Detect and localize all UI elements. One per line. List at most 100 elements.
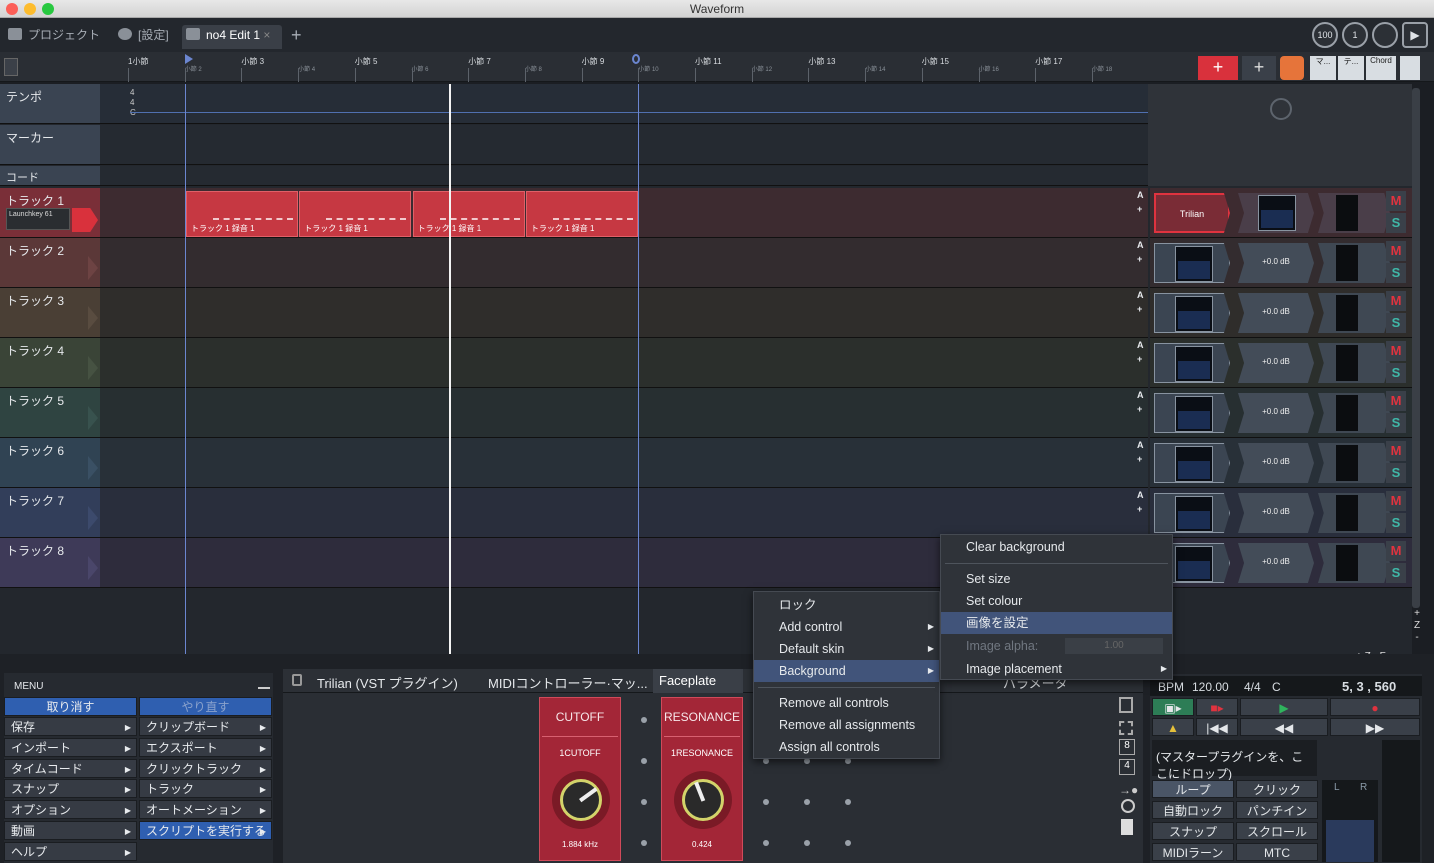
recording-icon[interactable] <box>1280 56 1304 80</box>
marker-header-button[interactable]: マ... <box>1310 56 1336 80</box>
tab-faceplate[interactable]: Faceplate <box>653 669 743 693</box>
tab-edit[interactable]: no4 Edit 1 × <box>182 25 282 49</box>
automation-button[interactable]: A <box>1137 490 1144 500</box>
rotary-knob[interactable] <box>552 771 610 829</box>
faceplate-knob-control[interactable]: CUTOFF 1CUTOFF 1.884 kHz <box>539 697 621 861</box>
automation-button[interactable]: A <box>1137 240 1144 250</box>
midi-clip[interactable]: トラック 1 録音 1 <box>186 191 298 237</box>
play-icon[interactable]: ▶ <box>1402 22 1428 48</box>
chord-track-header[interactable]: コード <box>0 166 100 185</box>
track-lane[interactable] <box>100 338 1148 387</box>
transport-toggle-button[interactable]: 自動ロック <box>1152 801 1234 819</box>
faceplate-knob-control[interactable]: RESONANCE 1RESONANCE 0.424 <box>661 697 743 861</box>
plugin-slot[interactable] <box>1154 393 1230 433</box>
automation-button[interactable]: A <box>1137 340 1144 350</box>
menu-button[interactable]: オートメーション ▶ <box>139 800 272 820</box>
solo-button[interactable]: S <box>1386 363 1406 383</box>
grid-size-4[interactable]: 4 <box>1119 759 1135 775</box>
menu-button[interactable]: トラック ▶ <box>139 779 272 799</box>
track-header[interactable]: トラック 3 <box>0 288 100 337</box>
menu-button[interactable]: 保存 ▶ <box>4 717 137 736</box>
menu-item-clear-background[interactable]: Clear background <box>941 536 1172 558</box>
chord-header-button[interactable]: Chord <box>1366 56 1396 80</box>
menu-button[interactable]: スクリプトを実行する ▶ <box>139 821 272 840</box>
chord-lane[interactable] <box>100 166 1148 185</box>
rotary-knob[interactable] <box>674 771 732 829</box>
tempo-knob[interactable]: 100 <box>1312 22 1338 48</box>
automation-button[interactable]: A <box>1137 290 1144 300</box>
plugin-slot[interactable] <box>1154 243 1230 283</box>
add-plugin-button[interactable]: + <box>1137 354 1142 364</box>
volume-slot[interactable] <box>1238 193 1314 233</box>
add-plugin-button[interactable]: + <box>1137 304 1142 314</box>
menu-button[interactable]: クリックトラック ▶ <box>139 758 272 778</box>
lock-icon[interactable] <box>1119 697 1133 713</box>
mixer-icon[interactable] <box>1400 56 1420 80</box>
tempo-automation-icon[interactable] <box>1270 98 1292 120</box>
mute-button[interactable]: M <box>1386 241 1406 261</box>
clock-icon[interactable] <box>1372 22 1398 48</box>
track-header[interactable]: トラック 8 <box>0 538 100 587</box>
mute-button[interactable]: M <box>1386 191 1406 211</box>
loop-end-marker[interactable] <box>632 54 640 64</box>
timesig-value[interactable]: 4/4 <box>1244 680 1261 694</box>
menu-item-set-image[interactable]: 画像を設定 <box>941 612 1172 634</box>
tempo-header-button[interactable]: テ... <box>1338 56 1364 80</box>
loop-end-line[interactable] <box>638 84 639 654</box>
record-button[interactable]: ● <box>1330 698 1420 716</box>
menu-button[interactable]: スナップ ▶ <box>4 779 137 799</box>
undo-button[interactable]: 取り消す <box>4 697 137 716</box>
master-fader[interactable] <box>1326 820 1374 862</box>
track-lane[interactable] <box>100 238 1148 287</box>
solo-button[interactable]: S <box>1386 463 1406 483</box>
tab-settings[interactable]: [設定] <box>114 25 176 49</box>
lock-icon[interactable] <box>292 674 302 686</box>
master-plugin-dropzone[interactable]: (マスタープラグインを、ここにドロップ) <box>1152 740 1317 781</box>
menu-button[interactable]: エクスポート ▶ <box>139 737 272 757</box>
mute-button[interactable]: M <box>1386 491 1406 511</box>
expand-icon[interactable] <box>1119 721 1133 735</box>
track-header[interactable]: トラック 6 <box>0 438 100 487</box>
plugin-slot[interactable] <box>1154 443 1230 483</box>
marker-lane[interactable] <box>100 125 1148 164</box>
menu-button[interactable]: 動画 ▶ <box>4 821 137 840</box>
add-plugin-button[interactable]: + <box>1137 504 1142 514</box>
solo-button[interactable]: S <box>1386 313 1406 333</box>
mute-button[interactable]: M <box>1386 391 1406 411</box>
menu-item-set-colour[interactable]: Set colour <box>941 590 1172 612</box>
playhead[interactable] <box>449 84 451 654</box>
midi-clip[interactable]: トラック 1 録音 1 <box>525 191 638 237</box>
meter-knob[interactable]: 1 <box>1342 22 1368 48</box>
volume-slot[interactable]: +0.0 dB <box>1238 293 1314 333</box>
volume-slot[interactable]: +0.0 dB <box>1238 343 1314 383</box>
timeline-ruler[interactable]: 1小節 小節 3 小節 5 小節 7 小節 9 小節 11 小節 13 小節 15 小節 17 小… <box>0 52 1434 82</box>
automation-button[interactable]: A <box>1137 190 1144 200</box>
transport-toggle-button[interactable]: MIDIラーン <box>1152 843 1234 861</box>
tempo-track-header[interactable]: テンポ <box>0 84 100 123</box>
marker-track-header[interactable]: マーカー <box>0 125 100 164</box>
automation-button[interactable]: A <box>1137 440 1144 450</box>
add-button[interactable]: + <box>1242 56 1276 80</box>
menu-item-set-size[interactable]: Set size <box>941 568 1172 590</box>
transport-toggle-button[interactable]: ループ <box>1152 780 1234 798</box>
transport-toggle-button[interactable]: クリック <box>1236 780 1318 798</box>
position-display[interactable]: 5, 3 , 560 <box>1342 679 1396 694</box>
solo-button[interactable]: S <box>1386 263 1406 283</box>
solo-button[interactable]: S <box>1386 513 1406 533</box>
automation-button[interactable]: A <box>1137 390 1144 400</box>
menu-item-remove-all-controls[interactable]: Remove all controls <box>754 692 939 714</box>
warning-icon[interactable]: ▲ <box>1152 718 1194 736</box>
track-lane[interactable] <box>100 488 1148 537</box>
menu-item-add-control[interactable]: Add control ▶ <box>754 616 939 638</box>
grid-size-8[interactable]: 8 <box>1119 739 1135 755</box>
record-arm-icon[interactable] <box>72 208 98 232</box>
add-red-button[interactable]: + <box>1198 56 1238 80</box>
input-device[interactable]: Launchkey 61 <box>6 208 70 230</box>
plugin-slot[interactable]: Trilian <box>1154 193 1230 233</box>
menu-item-remove-all-assignments[interactable]: Remove all assignments <box>754 714 939 736</box>
transport-toggle-button[interactable]: MTC <box>1236 843 1318 861</box>
close-tab-icon[interactable]: × <box>263 28 270 42</box>
mute-button[interactable]: M <box>1386 291 1406 311</box>
add-plugin-button[interactable]: + <box>1137 454 1142 464</box>
play-circle-icon[interactable] <box>1121 799 1135 813</box>
